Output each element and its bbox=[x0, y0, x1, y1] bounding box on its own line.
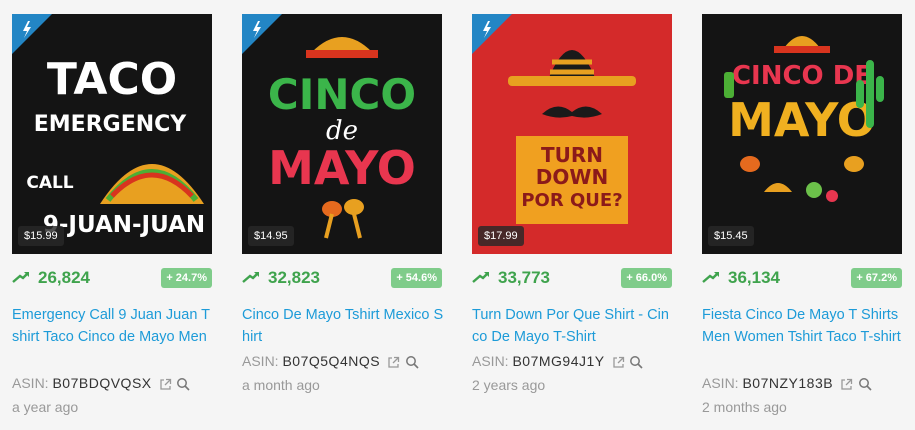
listing-age: a year ago bbox=[12, 399, 79, 415]
lightning-ribbon-icon bbox=[242, 14, 282, 54]
rank-change-badge: + 67.2% bbox=[851, 268, 902, 288]
search-icon[interactable] bbox=[176, 377, 190, 391]
product-thumbnail[interactable]: CINCO DE MAYO $15.45 bbox=[702, 14, 902, 254]
art-line: CINCO DE bbox=[732, 61, 872, 91]
art-line: MAYO bbox=[268, 141, 416, 195]
external-link-icon[interactable] bbox=[612, 356, 625, 369]
sales-rank-row: 32,823 + 54.6% bbox=[242, 268, 442, 290]
art-line: EMERGENCY bbox=[34, 112, 188, 137]
art-line: TURN bbox=[541, 143, 603, 167]
search-icon[interactable] bbox=[858, 377, 872, 391]
asin-value: B07Q5Q4NQS bbox=[282, 353, 381, 369]
rank-change-badge: + 54.6% bbox=[391, 268, 442, 288]
rank-change-value: + 66.0% bbox=[626, 272, 667, 284]
sales-rank-row: 26,824 + 24.7% bbox=[12, 268, 212, 290]
rank-change-value: + 67.2% bbox=[856, 272, 897, 284]
art-line: TACO bbox=[47, 54, 177, 105]
product-thumbnail[interactable]: TURN DOWN POR QUE? $17.99 bbox=[472, 14, 672, 254]
external-link-icon[interactable] bbox=[159, 378, 172, 391]
trend-up-icon bbox=[702, 272, 719, 283]
listing-age: 2 months ago bbox=[702, 399, 787, 415]
sales-rank-row: 36,134 + 67.2% bbox=[702, 268, 902, 290]
listing-age: a month ago bbox=[242, 377, 320, 393]
asin-row: ASIN: B07NZY183B bbox=[702, 375, 872, 391]
product-grid: TACO EMERGENCY CALL 9-JUAN-JUAN $15.99 2… bbox=[0, 0, 915, 430]
art-line: CALL bbox=[26, 173, 73, 193]
art-line: MAYO bbox=[728, 93, 876, 147]
product-title-link[interactable]: Emergency Call 9 Juan Juan T shirt Taco … bbox=[12, 304, 215, 348]
product-thumbnail[interactable]: CINCO de MAYO $14.95 bbox=[242, 14, 442, 254]
product-thumbnail[interactable]: TACO EMERGENCY CALL 9-JUAN-JUAN $15.99 bbox=[12, 14, 212, 254]
art-line: 9-JUAN-JUAN bbox=[43, 212, 205, 238]
trend-up-icon bbox=[12, 272, 29, 283]
art-line: DOWN bbox=[536, 165, 608, 189]
search-icon[interactable] bbox=[405, 355, 419, 369]
asin-label: ASIN: bbox=[472, 353, 509, 369]
art-line: POR QUE? bbox=[521, 190, 622, 211]
rank-change-value: + 24.7% bbox=[166, 272, 207, 284]
asin-label: ASIN: bbox=[702, 375, 739, 391]
art-line: CINCO bbox=[268, 70, 416, 119]
price-badge: $17.99 bbox=[478, 226, 524, 246]
product-title-link[interactable]: Fiesta Cinco De Mayo T Shirts Men Women … bbox=[702, 304, 905, 348]
sales-rank: 26,824 bbox=[38, 268, 90, 287]
lightning-ribbon-icon bbox=[472, 14, 512, 54]
product-artwork: CINCO DE MAYO bbox=[724, 36, 884, 202]
rank-change-badge: + 66.0% bbox=[621, 268, 672, 288]
price-badge: $14.95 bbox=[248, 226, 294, 246]
external-link-icon[interactable] bbox=[387, 356, 400, 369]
rank-change-value: + 54.6% bbox=[396, 272, 437, 284]
asin-label: ASIN: bbox=[12, 375, 49, 391]
rank-change-badge: + 24.7% bbox=[161, 268, 212, 288]
sales-rank-row: 33,773 + 66.0% bbox=[472, 268, 672, 290]
trend-up-icon bbox=[242, 272, 259, 283]
trend-up-icon bbox=[472, 272, 489, 283]
asin-value: B07BDQVQSX bbox=[52, 375, 152, 391]
asin-row: ASIN: B07MG94J1Y bbox=[472, 353, 643, 369]
asin-row: ASIN: B07Q5Q4NQS bbox=[242, 353, 419, 369]
price-badge: $15.99 bbox=[18, 226, 64, 246]
product-title-link[interactable]: Cinco De Mayo Tshirt Mexico Shirt bbox=[242, 304, 445, 348]
price-badge: $15.45 bbox=[708, 226, 754, 246]
sales-rank: 36,134 bbox=[728, 268, 780, 287]
lightning-ribbon-icon bbox=[12, 14, 52, 54]
product-title-link[interactable]: Turn Down Por Que Shirt - Cinco De Mayo … bbox=[472, 304, 675, 348]
asin-value: B07NZY183B bbox=[742, 375, 834, 391]
asin-row: ASIN: B07BDQVQSX bbox=[12, 375, 190, 391]
search-icon[interactable] bbox=[629, 355, 643, 369]
asin-value: B07MG94J1Y bbox=[512, 353, 605, 369]
external-link-icon[interactable] bbox=[840, 378, 853, 391]
asin-label: ASIN: bbox=[242, 353, 279, 369]
sales-rank: 33,773 bbox=[498, 268, 550, 287]
listing-age: 2 years ago bbox=[472, 377, 546, 393]
sales-rank: 32,823 bbox=[268, 268, 320, 287]
